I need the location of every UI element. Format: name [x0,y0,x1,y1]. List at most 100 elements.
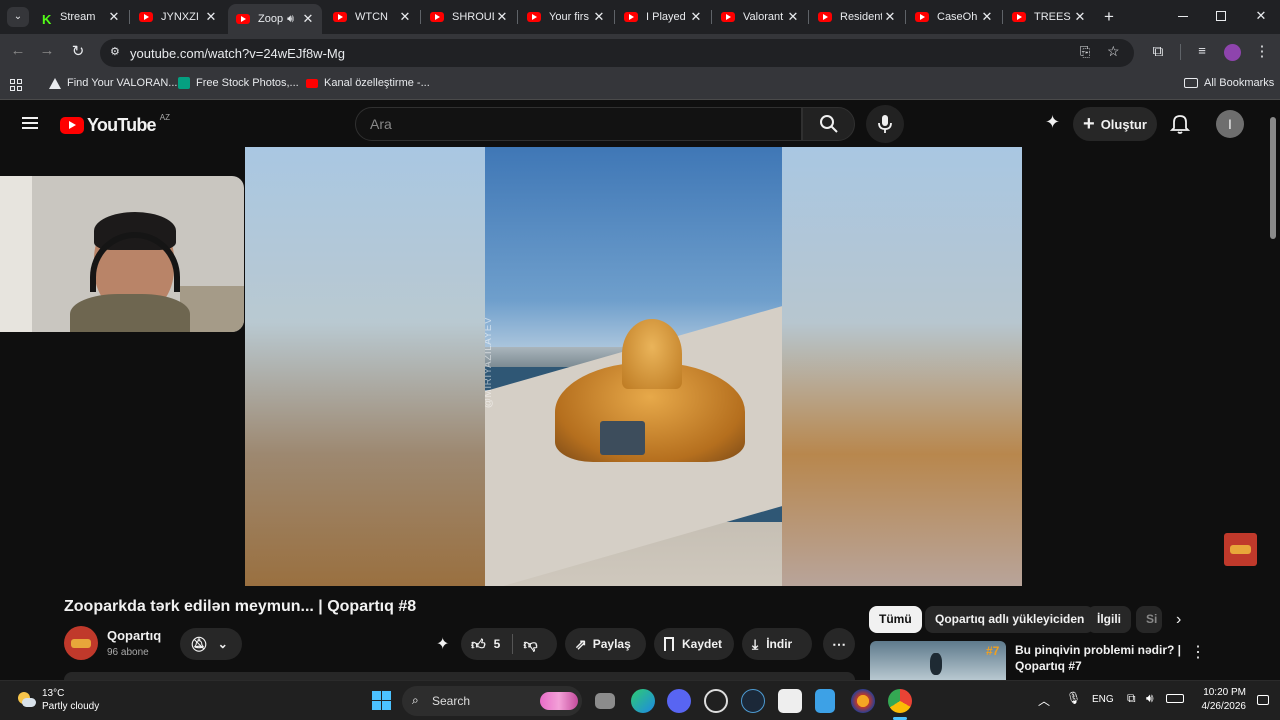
extensions-icon[interactable]: ⧉ [1146,43,1170,60]
edge-icon[interactable] [631,689,655,713]
account-avatar[interactable]: I [1216,110,1244,138]
browser-tab[interactable]: I Played ✕ [616,4,710,30]
back-arrow-icon[interactable]: ← [6,42,30,59]
windows-start-icon[interactable] [372,691,391,710]
browser-tab[interactable]: WTCN ✕ [325,4,419,30]
close-icon[interactable]: ✕ [300,11,316,27]
like-button[interactable]: 👍︎ 5 [461,636,500,653]
browser-tab[interactable]: Valorant ✕ [713,4,807,30]
channel-avatar[interactable] [64,626,98,660]
chevron-right-icon[interactable]: › [1176,611,1181,629]
close-icon[interactable]: ✕ [106,9,122,25]
restore-icon[interactable] [1216,11,1226,21]
sparkle-icon[interactable]: ✦ [1045,112,1060,133]
chip-more[interactable]: Si [1136,606,1162,633]
volume-icon[interactable]: 🔊︎ [1146,691,1154,706]
weather-icon[interactable] [16,689,36,709]
browser-tab[interactable]: Your firs ✕ [519,4,613,30]
menu-kebab-icon[interactable]: ⋮ [1250,42,1274,60]
close-icon[interactable]: ✕ [494,9,510,25]
bookmark-item[interactable]: Find Your VALORAN... [49,77,177,89]
tab-search-button[interactable]: ⌄ [7,7,29,27]
download-button[interactable]: ⤓ İndir [742,628,812,660]
browser-tab-active[interactable]: Zoop 🔊︎ ✕ [228,4,322,34]
page-scrollbar[interactable] [1266,101,1280,680]
site-info-icon[interactable]: ⚙ [110,45,120,58]
browser-tab[interactable]: K Stream ✕ [34,4,128,30]
discord-icon[interactable] [667,689,691,713]
obs-icon[interactable] [851,689,875,713]
close-icon[interactable]: ✕ [203,9,219,25]
more-actions-button[interactable]: ⋯ [823,628,855,660]
app-circle-icon[interactable] [704,689,728,713]
steam-icon[interactable] [741,689,765,713]
youtube-logo[interactable]: YouTube AZ [60,113,170,136]
channel-name[interactable]: Qopartıq [107,628,161,643]
network-icon[interactable]: ⧉ [1127,691,1136,706]
close-icon[interactable]: ✕ [688,9,704,25]
chrome-icon[interactable] [888,689,912,713]
youtube-icon [915,12,929,22]
install-app-icon[interactable]: ⎘ [1080,44,1090,60]
chip-all[interactable]: Tümü [869,606,922,633]
subscribed-notifications-button[interactable]: 🔕︎ ⌄ [180,628,242,660]
microphone-icon[interactable]: 🎙︎ [1066,691,1081,705]
description-box[interactable] [64,672,855,680]
address-bar[interactable]: ⚙ youtube.com/watch?v=24wEJf8w-Mg ⎘ ☆ [100,39,1134,67]
chip-related[interactable]: İlgili [1087,606,1131,633]
youtube-icon [430,12,444,22]
taskbar-search[interactable]: ⌕ Search [402,686,582,716]
browser-tab[interactable]: TREES H ✕ [1004,4,1094,30]
forward-arrow-icon[interactable]: → [35,42,59,59]
search-button[interactable] [802,107,855,141]
browser-tab[interactable]: CaseOh ✕ [907,4,1001,30]
notepad-icon[interactable] [815,689,835,713]
close-icon[interactable]: ✕ [979,9,995,25]
new-tab-plus-icon[interactable]: + [1100,7,1118,27]
media-controls-icon[interactable]: ≡ [1190,43,1214,58]
recommended-menu-icon[interactable]: ⋮ [1190,642,1206,662]
close-icon[interactable]: ✕ [591,9,607,25]
more-horizontal-icon: ⋯ [832,635,846,652]
ask-sparkle-icon[interactable]: ✦ [436,634,449,654]
close-icon[interactable]: ✕ [1072,9,1088,25]
close-window-icon[interactable]: ✕ [1254,8,1268,24]
close-icon[interactable]: ✕ [397,9,413,25]
browser-tab[interactable]: Resident ✕ [810,4,904,30]
close-icon[interactable]: ✕ [882,9,898,25]
show-hidden-icons-chevron-icon[interactable]: ︿ [1038,692,1050,709]
search-input[interactable]: Ara [355,107,802,141]
reload-icon[interactable]: ↻ [66,42,90,60]
voice-search-button[interactable] [866,105,904,143]
video-player[interactable]: @MIRIYAZILAYEV [245,147,1022,586]
bookmark-item[interactable]: Kanal özelleştirme -... [306,77,430,89]
profile-avatar[interactable] [1224,44,1241,61]
hamburger-menu-icon[interactable] [22,117,38,129]
recommended-thumbnail[interactable]: #7 [870,641,1006,680]
notification-center-icon[interactable] [1257,695,1269,705]
minimize-icon[interactable] [1178,16,1188,17]
dislike-button[interactable]: 👎︎ [513,636,537,653]
share-button[interactable]: ⇗ Paylaş [565,628,646,660]
bookmark-star-icon[interactable]: ☆ [1107,43,1120,60]
create-button[interactable]: + Oluştur [1073,107,1157,141]
chip-from-uploader[interactable]: Qopartıq adlı yükleyiciden [925,606,1095,633]
bookmark-item[interactable]: Free Stock Photos,... [178,77,299,89]
clock-date[interactable]: 4/26/2026 [1196,701,1247,712]
channel-watermark-badge[interactable] [1224,533,1257,566]
youtube-icon [818,12,832,22]
speaker-icon[interactable]: 🔊︎ [287,13,294,26]
notifications-bell-icon[interactable] [1169,113,1191,134]
browser-tab[interactable]: JYNXZI ✕ [131,4,225,30]
language-indicator[interactable]: ENG [1092,694,1114,705]
all-bookmarks[interactable]: All Bookmarks [1184,77,1274,89]
clock-time[interactable]: 10:20 PM [1200,687,1246,698]
apps-grid-icon[interactable] [10,79,22,91]
save-button[interactable]: Kaydet [654,628,734,660]
epic-games-icon[interactable] [778,689,802,713]
close-icon[interactable]: ✕ [785,9,801,25]
task-view-icon[interactable] [595,693,615,709]
recommended-title[interactable]: Bu pinqivin problemi nədir? | Qopartıq #… [1015,642,1181,674]
battery-icon[interactable] [1166,694,1184,703]
browser-tab[interactable]: SHROUD ✕ [422,4,516,30]
